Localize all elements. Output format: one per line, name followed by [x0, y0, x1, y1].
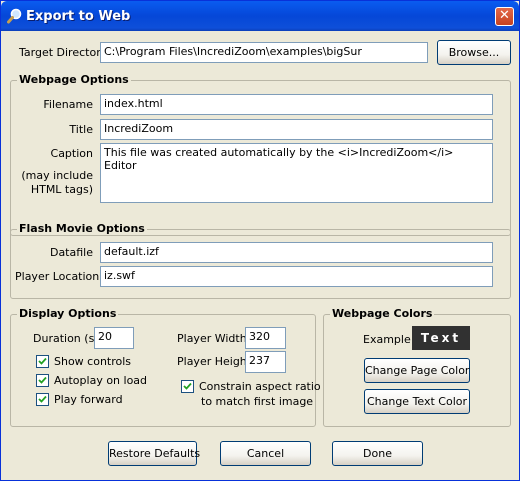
flash-options-group: Flash Movie Options [10, 222, 511, 299]
player-width-label: Player Width [177, 332, 247, 345]
cancel-button[interactable]: Cancel [220, 441, 311, 466]
player-width-input[interactable]: 320 [245, 327, 286, 349]
player-height-label: Player Height [177, 355, 252, 368]
checkmark-icon [183, 382, 192, 390]
duration-input[interactable]: 20 [94, 327, 134, 349]
target-directory-input[interactable]: C:\Program Files\IncrediZoom\examples\bi… [100, 42, 428, 63]
color-example-swatch: Text [412, 326, 470, 350]
player-height-input[interactable]: 237 [245, 351, 286, 373]
constrain-aspect-checkbox[interactable] [181, 380, 194, 393]
close-button[interactable]: ✕ [495, 7, 514, 26]
filename-label: Filename [43, 98, 93, 111]
flash-options-title: Flash Movie Options [17, 222, 147, 235]
caption-note-line2: HTML tags) [30, 183, 93, 196]
autoplay-checkbox[interactable] [36, 374, 49, 387]
magnifier-icon [7, 8, 23, 24]
autoplay-label[interactable]: Autoplay on load [54, 374, 147, 387]
title-label: Title [69, 123, 93, 136]
target-directory-label: Target Directory [19, 46, 108, 59]
play-forward-label[interactable]: Play forward [54, 393, 123, 406]
show-controls-label[interactable]: Show controls [54, 355, 131, 368]
caption-note-line1: (may include [21, 169, 93, 182]
dialog-body: Target Directory C:\Program Files\Incred… [1, 31, 519, 480]
checkmark-icon [38, 357, 47, 365]
constrain-aspect-label-line2[interactable]: to match first image [201, 395, 313, 408]
datafile-input[interactable]: default.izf [100, 242, 493, 263]
duration-label: Duration (s) [33, 332, 99, 345]
export-dialog: Export to Web ✕ Target Directory C:\Prog… [0, 0, 520, 481]
done-button[interactable]: Done [332, 441, 423, 466]
example-label: Example: [363, 333, 415, 346]
webpage-colors-title: Webpage Colors [330, 307, 435, 320]
player-location-label: Player Location [15, 270, 100, 283]
change-page-color-button[interactable]: Change Page Color [364, 358, 470, 383]
caption-textarea[interactable]: This file was created automatically by t… [100, 143, 493, 203]
browse-button[interactable]: Browse... [437, 40, 511, 65]
change-text-color-button[interactable]: Change Text Color [364, 389, 470, 414]
datafile-label: Datafile [49, 246, 93, 259]
filename-input[interactable]: index.html [100, 94, 493, 115]
title-input[interactable]: IncrediZoom [100, 119, 493, 140]
checkmark-icon [38, 376, 47, 384]
player-location-input[interactable]: iz.swf [100, 266, 493, 287]
close-icon: ✕ [499, 8, 510, 23]
checkmark-icon [38, 395, 47, 403]
caption-label: Caption [50, 147, 93, 160]
restore-defaults-button[interactable]: Restore Defaults [108, 441, 200, 466]
constrain-aspect-label-line1[interactable]: Constrain aspect ratio [199, 380, 321, 393]
show-controls-checkbox[interactable] [36, 355, 49, 368]
webpage-options-title: Webpage Options [17, 73, 131, 86]
title-bar[interactable]: Export to Web ✕ [1, 1, 519, 31]
window-title: Export to Web [26, 9, 131, 24]
display-options-title: Display Options [17, 307, 119, 320]
play-forward-checkbox[interactable] [36, 393, 49, 406]
